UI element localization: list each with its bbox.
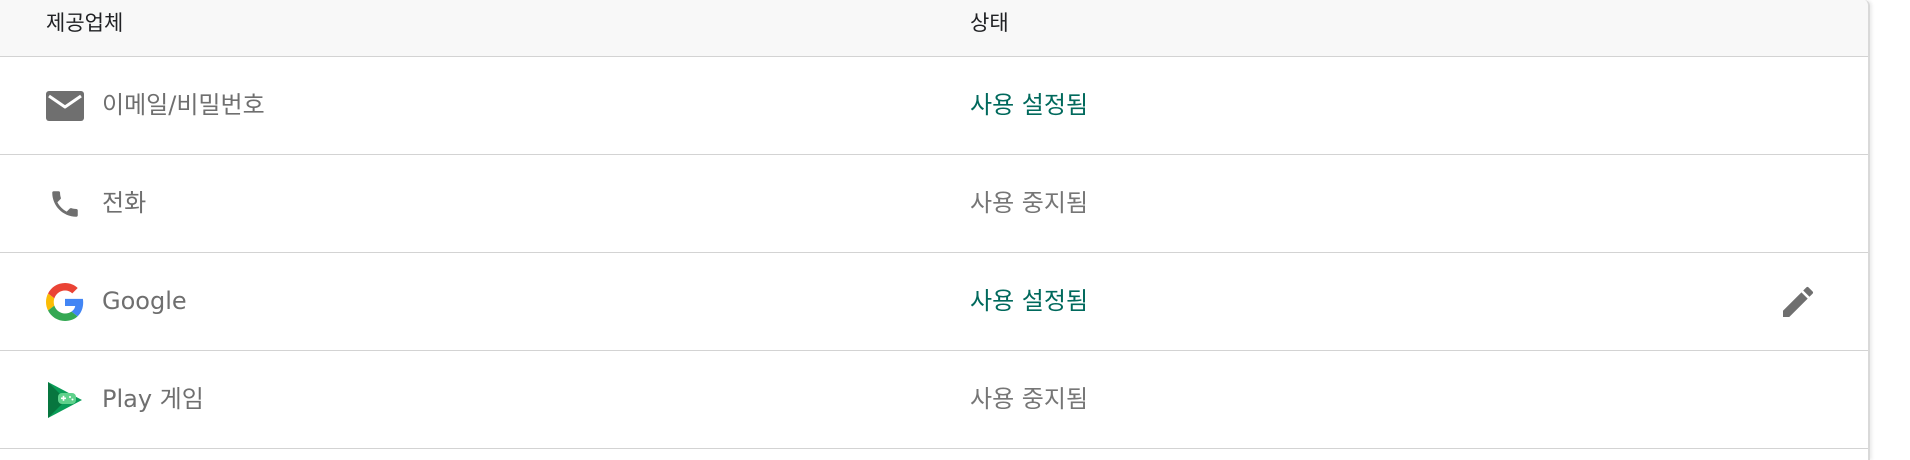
table-row-google[interactable]: Google 사용 설정됨 bbox=[0, 253, 1868, 351]
email-icon bbox=[46, 87, 84, 125]
status-text: 사용 중지됨 bbox=[970, 189, 1089, 217]
edit-pencil-icon[interactable] bbox=[1776, 280, 1820, 324]
column-header-provider: 제공업체 bbox=[46, 11, 124, 35]
status-text: 사용 설정됨 bbox=[970, 91, 1089, 119]
phone-icon bbox=[46, 185, 84, 223]
provider-name: 이메일/비밀번호 bbox=[102, 91, 265, 119]
sign-in-providers-card: 제공업체 상태 이메일/비밀번호 사용 설정됨 전화 사용 중지됨 Google… bbox=[0, 0, 1870, 460]
play-games-icon bbox=[46, 381, 84, 419]
table-header: 제공업체 상태 bbox=[0, 0, 1868, 57]
table-row-email-password[interactable]: 이메일/비밀번호 사용 설정됨 bbox=[0, 57, 1868, 155]
table-row-play-games[interactable]: Play 게임 사용 중지됨 bbox=[0, 351, 1868, 449]
status-text: 사용 중지됨 bbox=[970, 385, 1089, 413]
provider-name: Google bbox=[102, 287, 187, 315]
status-text: 사용 설정됨 bbox=[970, 287, 1089, 315]
google-icon bbox=[46, 282, 84, 321]
provider-name: 전화 bbox=[102, 189, 147, 217]
provider-name: Play 게임 bbox=[102, 385, 204, 413]
table-row-phone[interactable]: 전화 사용 중지됨 bbox=[0, 155, 1868, 253]
column-header-status: 상태 bbox=[970, 11, 1009, 35]
